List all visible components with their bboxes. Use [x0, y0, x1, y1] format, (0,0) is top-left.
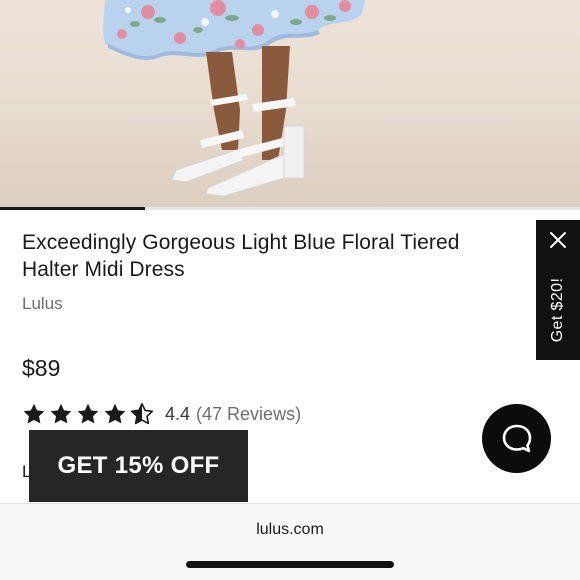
- rating-stars: [22, 402, 157, 426]
- side-tab-label: Get $20!: [549, 277, 566, 343]
- star-full-icon: [23, 403, 45, 424]
- rating-value: 4.4: [165, 403, 191, 424]
- star-full-icon: [77, 403, 99, 424]
- home-indicator: [186, 561, 394, 568]
- image-gallery-progress: [0, 207, 580, 210]
- star-full-icon: [50, 403, 72, 424]
- chat-button[interactable]: [482, 404, 551, 473]
- discount-promo-button[interactable]: GET 15% OFF: [29, 430, 248, 502]
- product-photo-illustration: [103, 0, 366, 197]
- star-full-icon: [104, 403, 126, 424]
- chat-bubble-icon: [502, 424, 531, 452]
- image-gallery-progress-fill: [0, 207, 145, 210]
- product-rating[interactable]: 4.4 (47 Reviews): [22, 400, 301, 428]
- star-half-icon: [130, 403, 154, 425]
- reviews-link[interactable]: (47 Reviews): [196, 404, 301, 425]
- product-title: Exceedingly Gorgeous Light Blue Floral T…: [22, 231, 460, 281]
- product-image[interactable]: [0, 0, 580, 207]
- product-brand[interactable]: Lulus: [22, 294, 63, 314]
- product-price: $89: [22, 355, 61, 381]
- get-20-side-tab[interactable]: Get $20!: [536, 220, 580, 360]
- browser-url[interactable]: lulus.com: [0, 521, 580, 539]
- browser-bottom-bar: lulus.com: [0, 503, 580, 580]
- close-icon[interactable]: [548, 230, 568, 250]
